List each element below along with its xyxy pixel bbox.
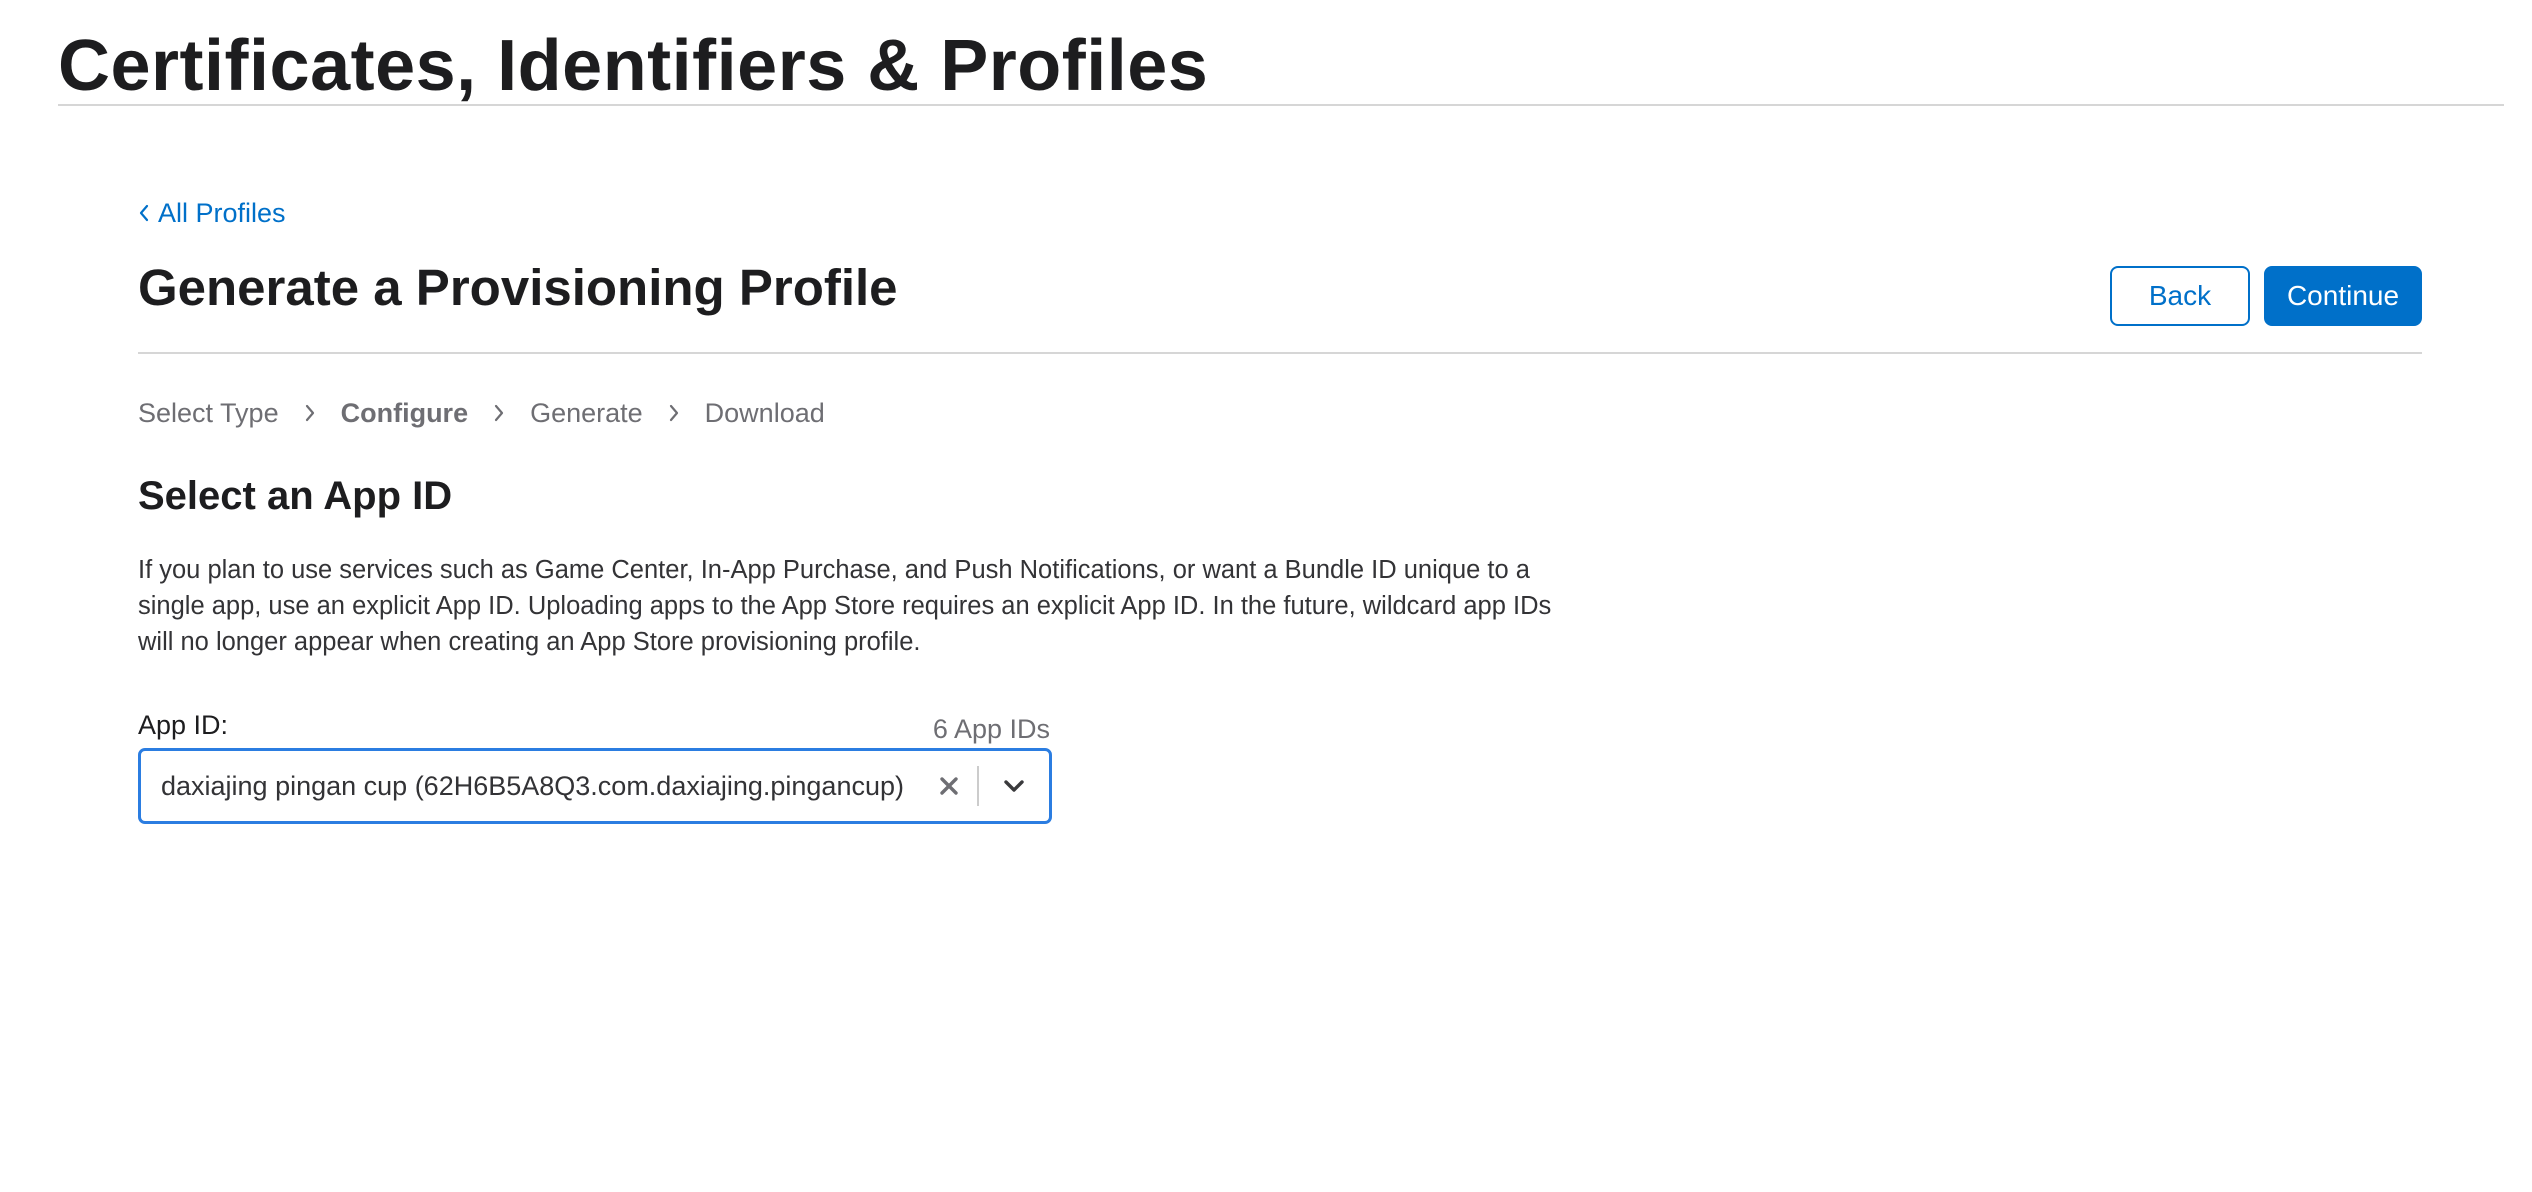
site-title: Certificates, Identifiers & Profiles [58,26,1209,106]
chevron-right-icon [482,403,516,423]
all-profiles-link[interactable]: All Profiles [138,196,286,230]
step-select-type: Select Type [138,398,279,428]
chevron-down-icon[interactable] [979,751,1049,821]
app-id-selected-value[interactable]: daxiajing pingan cup (62H6B5A8Q3.com.dax… [141,769,921,803]
app-id-select[interactable]: daxiajing pingan cup (62H6B5A8Q3.com.dax… [138,748,1052,824]
all-profiles-label: All Profiles [158,198,286,228]
back-button[interactable]: Back [2110,266,2250,326]
chevron-right-icon [657,403,691,423]
step-generate: Generate [530,398,643,428]
chevron-left-icon [138,196,150,230]
page: Certificates, Identifiers & Profiles All… [0,0,2532,1192]
chevron-right-icon [293,403,327,423]
site-header-divider [58,104,2504,106]
section-description: If you plan to use services such as Game… [138,556,1552,656]
page-title: Generate a Provisioning Profile [138,259,898,316]
header-divider [138,352,2422,354]
close-icon[interactable] [921,751,977,821]
step-download: Download [704,398,825,428]
app-id-label: App ID: [138,710,229,740]
app-id-count: 6 App IDs [932,714,1050,744]
section-title: Select an App ID [138,474,453,518]
step-configure: Configure [340,398,469,428]
continue-button[interactable]: Continue [2264,266,2422,326]
step-progress: Select Type Configure Generate Download [138,396,825,430]
